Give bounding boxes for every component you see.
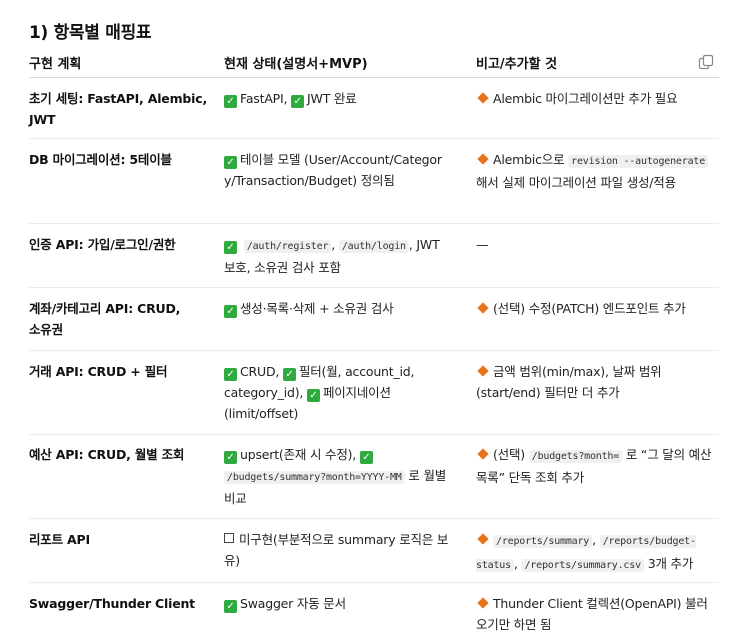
check-icon: ✓ — [224, 368, 237, 381]
check-icon: ✓ — [224, 600, 237, 613]
code-snippet: /reports/summary — [493, 535, 593, 548]
row-plan: 리포트 API — [29, 532, 90, 547]
row-status: ✓ upsert(존재 시 수정), ✓ /budgets/summary?mon… — [224, 447, 447, 506]
header-divider — [29, 77, 719, 78]
header-note: 비고/추가할 것 — [476, 57, 558, 72]
row-plan: 인증 API: 가입/로그인/권한 — [29, 237, 176, 252]
row-plan: 계좌/카테고리 API: CRUD, 소유권 — [29, 301, 181, 337]
row-divider — [29, 434, 719, 435]
code-snippet: /auth/register — [243, 240, 332, 253]
row-divider — [29, 350, 719, 351]
row-status: ✓ /auth/register, /auth/login, JWT 보호, 소… — [224, 237, 440, 275]
row-status: 미구현(부분적으로 summary 로직은 보유) — [224, 532, 449, 568]
code-snippet: revision --autogenerate — [568, 155, 709, 168]
row-note: — — [476, 237, 489, 252]
row-status: ✓ 생성·목록·삭제 + 소유권 검사 — [224, 298, 449, 319]
check-icon: ✓ — [224, 95, 237, 108]
header-plan: 구현 계획 — [29, 57, 82, 72]
page-title: 1) 항목별 매핑표 — [29, 23, 152, 43]
row-plan: 거래 API: CRUD + 필터 — [29, 364, 168, 379]
check-icon: ✓ — [224, 156, 237, 169]
header-status: 현재 상태(설명서+MVP) — [224, 57, 368, 72]
check-icon: ✓ — [224, 305, 237, 318]
check-icon: ✓ — [359, 451, 373, 464]
row-note: /reports/summary, /reports/budget-status… — [476, 532, 696, 572]
row-divider — [29, 138, 719, 139]
code-snippet: /auth/login — [338, 240, 409, 253]
row-note: 금액 범위(min/max), 날짜 범위 (start/end) 필터만 더 … — [476, 364, 662, 400]
row-divider — [29, 223, 719, 224]
row-note: Alembic으로 revision --autogenerate 해서 실제 … — [476, 149, 716, 193]
row-status: ✓ Swagger 자동 문서 — [224, 593, 449, 614]
row-divider — [29, 287, 719, 288]
empty-checkbox-icon — [224, 533, 234, 543]
orange-diamond-icon — [477, 597, 489, 609]
orange-diamond-icon — [477, 533, 489, 545]
row-status: ✓ CRUD, ✓ 필터(월, account_id, category_id), … — [224, 364, 415, 421]
check-icon: ✓ — [282, 368, 296, 381]
orange-diamond-icon — [477, 153, 489, 165]
row-note: (선택) 수정(PATCH) 엔드포인트 추가 — [476, 298, 716, 319]
row-plan: 초기 세팅: FastAPI, Alembic, JWT — [29, 91, 207, 127]
row-divider — [29, 518, 719, 519]
code-snippet: /reports/summary.csv — [521, 559, 644, 572]
row-divider — [29, 582, 719, 583]
copy-icon[interactable] — [698, 54, 714, 70]
row-note: Alembic 마이그레이션만 추가 필요 — [476, 88, 716, 109]
row-status: ✓ FastAPI, ✓ JWT 완료 — [224, 88, 449, 109]
check-icon: ✓ — [224, 451, 237, 464]
row-plan: DB 마이그레이션: 5테이블 — [29, 152, 172, 167]
code-snippet: /budgets?month= — [528, 450, 623, 463]
orange-diamond-icon — [477, 302, 489, 314]
check-icon: ✓ — [224, 241, 237, 254]
check-icon: ✓ — [306, 389, 320, 402]
orange-diamond-icon — [477, 448, 489, 460]
orange-diamond-icon — [477, 92, 489, 104]
row-plan: Swagger/Thunder Client — [29, 596, 195, 611]
row-plan: 예산 API: CRUD, 월별 조회 — [29, 447, 185, 462]
orange-diamond-icon — [477, 365, 489, 377]
row-status: ✓ 테이블 모델 (User/Account/Category/Transacti… — [224, 152, 442, 188]
row-note: (선택) /budgets?month= 로 “그 달의 예산 목록” 단독 조… — [476, 447, 712, 485]
row-note: Thunder Client 컬렉션(OpenAPI) 불러오기만 하면 됨 — [476, 596, 708, 632]
code-snippet: /budgets/summary?month=YYYY-MM — [224, 471, 405, 484]
check-icon: ✓ — [291, 95, 305, 108]
